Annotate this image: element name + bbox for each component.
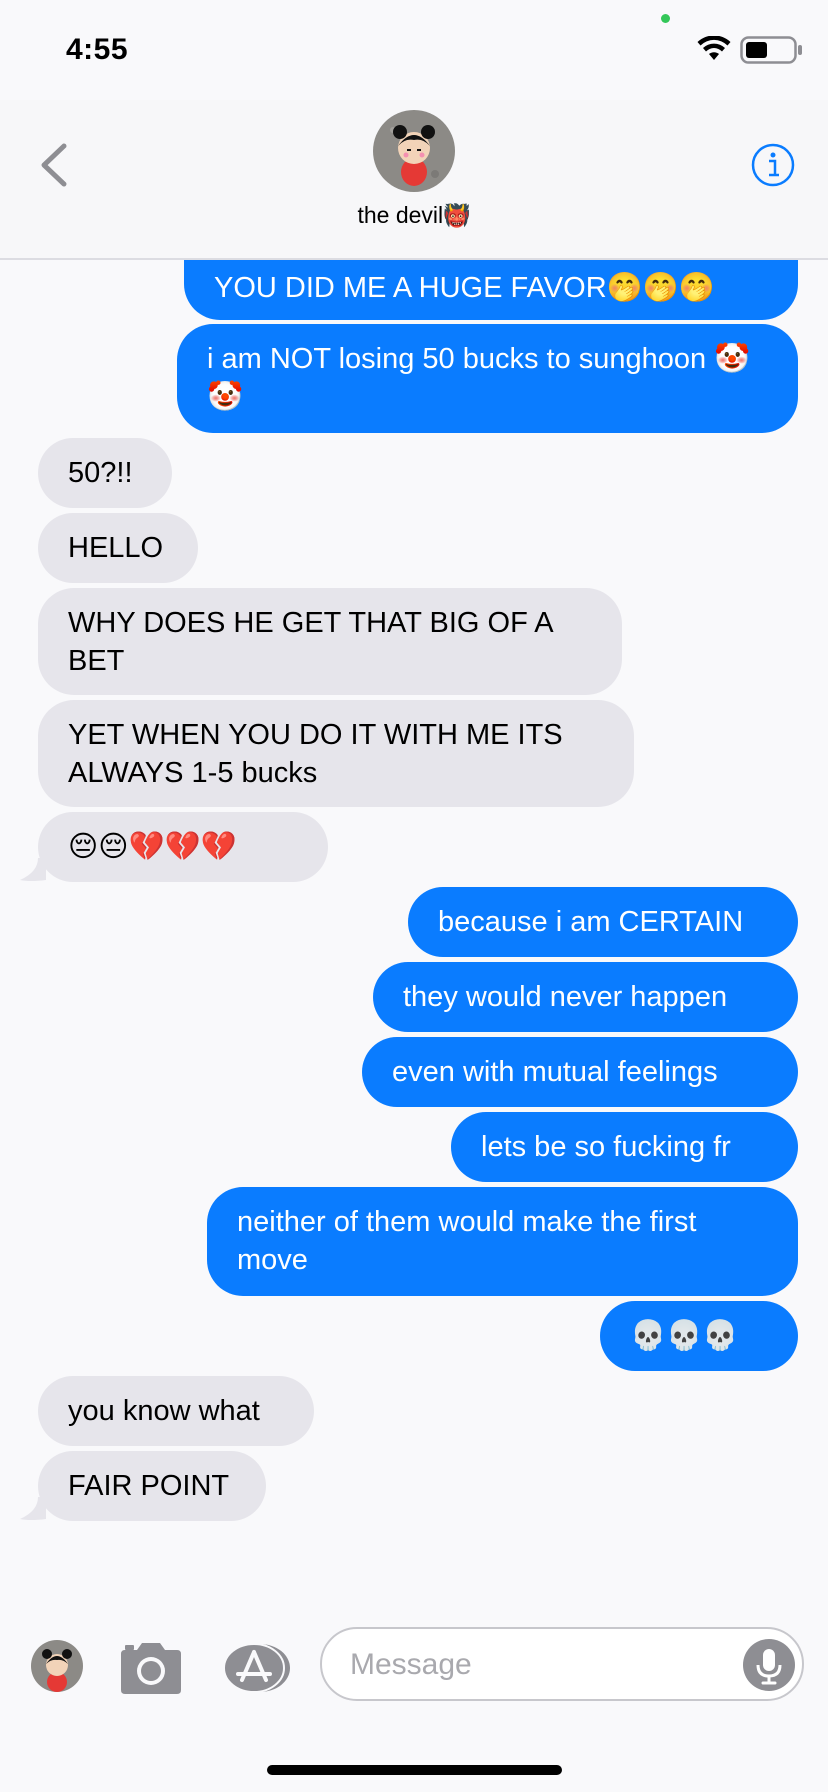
info-icon[interactable] (750, 142, 796, 188)
message-input[interactable] (350, 1645, 730, 1685)
message-bubble-sent[interactable]: because i am CERTAIN (408, 887, 798, 957)
message-bubble-received[interactable]: FAIR POINT (38, 1451, 266, 1521)
microphone-icon[interactable] (743, 1639, 795, 1691)
message-bubble-sent[interactable]: 💀💀💀 (600, 1301, 798, 1371)
conversation-header: the devil👹 (0, 100, 828, 260)
message-bubble-received[interactable]: YET WHEN YOU DO IT WITH ME ITS ALWAYS 1-… (38, 700, 634, 807)
contact-name[interactable]: the devil👹 (0, 202, 828, 229)
camera-indicator-dot (661, 14, 670, 23)
status-bar: 4:55 (0, 0, 828, 100)
message-bubble-sent[interactable]: i am NOT losing 50 bucks to sunghoon 🤡🤡 (177, 324, 798, 433)
message-bubble-received[interactable]: 50?!! (38, 438, 172, 508)
message-bubble-received[interactable]: you know what (38, 1376, 314, 1446)
ogre-emoji: 👹 (443, 203, 471, 228)
wifi-icon (697, 36, 731, 60)
message-bubble-sent[interactable]: lets be so fucking fr (451, 1112, 798, 1182)
contact-name-text: the devil (357, 202, 444, 228)
chevron-left-icon[interactable] (36, 140, 72, 190)
contact-avatar[interactable] (373, 110, 455, 192)
camera-icon[interactable] (117, 1640, 185, 1696)
message-field[interactable] (320, 1627, 804, 1701)
message-thread: YOU DID ME A HUGE FAVOR🤭🤭🤭 i am NOT losi… (0, 0, 828, 1792)
app-store-icon[interactable] (222, 1642, 292, 1694)
message-bubble-sent[interactable]: YOU DID ME A HUGE FAVOR🤭🤭🤭 (184, 260, 798, 320)
message-bubble-received[interactable]: 😔😔💔💔💔 (38, 812, 328, 882)
message-bubble-sent[interactable]: neither of them would make the first mov… (207, 1187, 798, 1296)
status-time: 4:55 (66, 33, 129, 66)
message-bubble-received[interactable]: HELLO (38, 513, 198, 583)
memoji-avatar-button[interactable] (31, 1640, 83, 1692)
message-bubble-sent[interactable]: even with mutual feelings (362, 1037, 798, 1107)
input-bar (0, 1610, 828, 1720)
home-indicator[interactable] (267, 1765, 562, 1775)
battery-icon (740, 36, 802, 64)
message-bubble-received[interactable]: WHY DOES HE GET THAT BIG OF A BET (38, 588, 622, 695)
message-bubble-sent[interactable]: they would never happen (373, 962, 798, 1032)
